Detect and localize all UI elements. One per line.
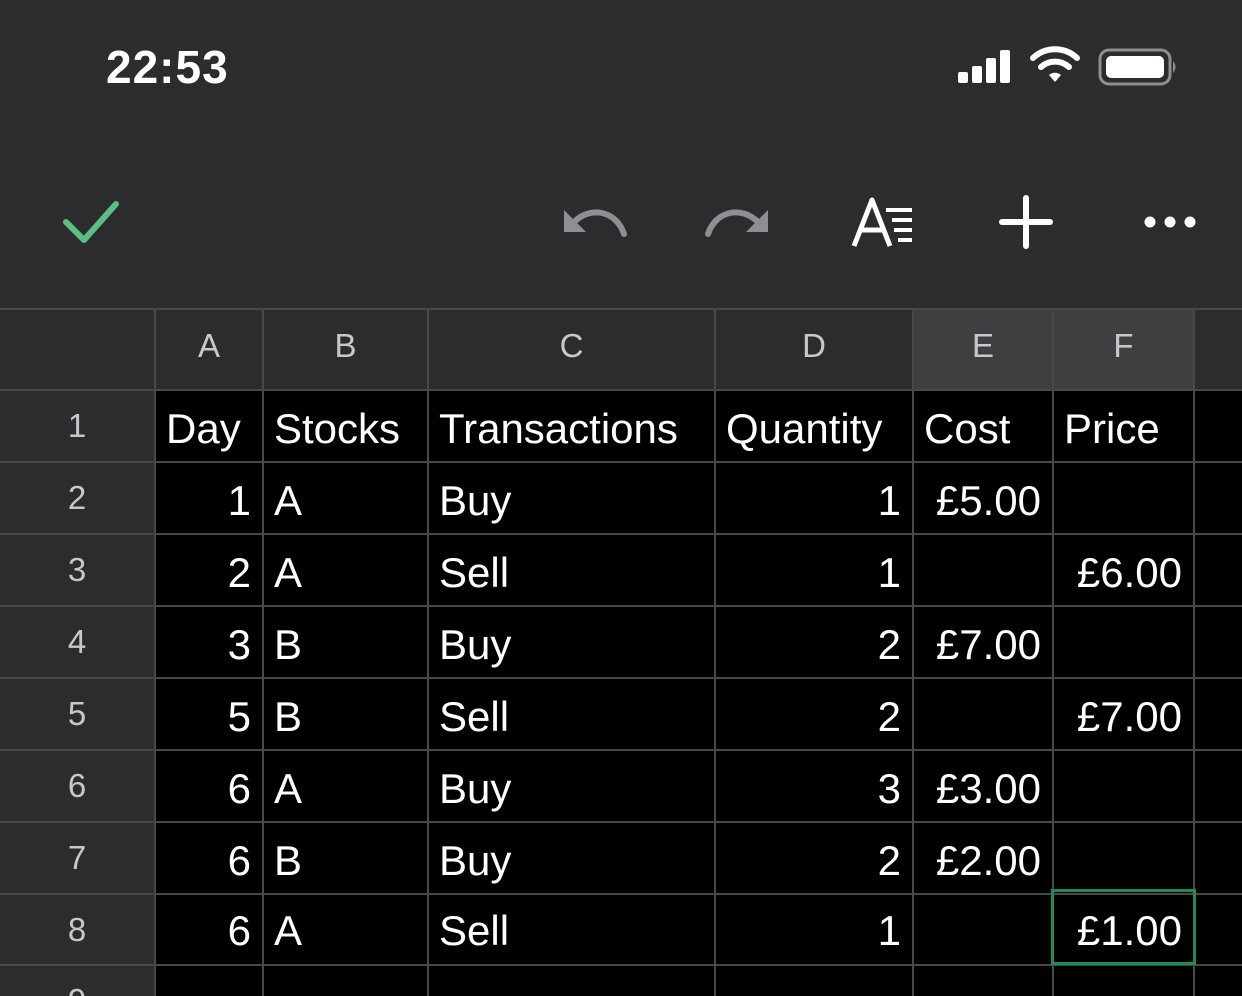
cell-d6[interactable]: 3 xyxy=(715,753,913,825)
cell-e6[interactable]: £3.00 xyxy=(913,753,1053,825)
cell-a2[interactable]: 1 xyxy=(155,465,263,537)
column-header-d[interactable]: D xyxy=(715,308,913,390)
cell-f4[interactable] xyxy=(1053,609,1194,681)
add-button[interactable] xyxy=(998,194,1054,250)
row-header-1[interactable]: 1 xyxy=(0,390,154,462)
cell-d4[interactable]: 2 xyxy=(715,609,913,681)
cell-a5[interactable]: 5 xyxy=(155,681,263,753)
cell-e4[interactable]: £7.00 xyxy=(913,609,1053,681)
column-header-a[interactable]: A xyxy=(155,308,263,390)
row-header-6[interactable]: 6 xyxy=(0,750,154,822)
battery-icon xyxy=(1098,48,1180,91)
cell-b3[interactable]: A xyxy=(263,537,428,609)
cell-a7[interactable]: 6 xyxy=(155,825,263,897)
cell-c3[interactable]: Sell xyxy=(428,537,715,609)
cell-d5[interactable]: 2 xyxy=(715,681,913,753)
header-cell-cost[interactable]: Cost xyxy=(913,393,1053,465)
cell-a6[interactable]: 6 xyxy=(155,753,263,825)
done-button[interactable] xyxy=(58,196,124,248)
cell-d3[interactable]: 1 xyxy=(715,537,913,609)
status-bar: 22:53 xyxy=(0,0,1242,130)
row-header-4[interactable]: 4 xyxy=(0,606,154,678)
cell-b2[interactable]: A xyxy=(263,465,428,537)
row-header-3[interactable]: 3 xyxy=(0,534,154,606)
cell-d8[interactable]: 1 xyxy=(715,895,913,967)
row-header-8[interactable]: 8 xyxy=(0,894,154,966)
redo-button[interactable] xyxy=(702,200,772,240)
cellular-signal-icon xyxy=(956,48,1014,89)
cell-e2[interactable]: £5.00 xyxy=(913,465,1053,537)
cell-e3[interactable] xyxy=(913,537,1053,609)
column-header-b[interactable]: B xyxy=(263,308,428,390)
spreadsheet-grid[interactable]: A B C D E F 1 2 3 4 5 6 7 8 9 Day Stocks… xyxy=(0,308,1242,996)
cell-e7[interactable]: £2.00 xyxy=(913,825,1053,897)
header-cell-stocks[interactable]: Stocks xyxy=(263,393,428,465)
cell-f2[interactable] xyxy=(1053,465,1194,537)
row-header-5[interactable]: 5 xyxy=(0,678,154,750)
cell-c5[interactable]: Sell xyxy=(428,681,715,753)
header-cell-day[interactable]: Day xyxy=(155,393,263,465)
status-time: 22:53 xyxy=(106,41,229,93)
cell-d7[interactable]: 2 xyxy=(715,825,913,897)
cell-b8[interactable]: A xyxy=(263,895,428,967)
cell-b4[interactable]: B xyxy=(263,609,428,681)
cell-b6[interactable]: A xyxy=(263,753,428,825)
column-header-e[interactable]: E xyxy=(913,308,1053,390)
cell-e8[interactable] xyxy=(913,895,1053,967)
cell-c7[interactable]: Buy xyxy=(428,825,715,897)
cell-f3[interactable]: £6.00 xyxy=(1053,537,1194,609)
text-format-button[interactable] xyxy=(850,196,916,248)
undo-icon xyxy=(564,209,627,237)
editor-toolbar xyxy=(0,130,1242,308)
cell-e5[interactable] xyxy=(913,681,1053,753)
cell-f8[interactable]: £1.00 xyxy=(1053,895,1194,967)
cell-c8[interactable]: Sell xyxy=(428,895,715,967)
column-header-c[interactable]: C xyxy=(428,308,715,390)
column-header-f[interactable]: F xyxy=(1053,308,1194,390)
row-header-9[interactable]: 9 xyxy=(0,965,154,996)
cell-c6[interactable]: Buy xyxy=(428,753,715,825)
cell-f7[interactable] xyxy=(1053,825,1194,897)
text-format-icon xyxy=(851,197,912,247)
cell-f5[interactable]: £7.00 xyxy=(1053,681,1194,753)
redo-icon xyxy=(705,209,768,237)
undo-button[interactable] xyxy=(560,200,630,240)
row-header-2[interactable]: 2 xyxy=(0,462,154,534)
plus-icon xyxy=(999,195,1053,249)
more-options-button[interactable] xyxy=(1140,210,1200,234)
cell-c2[interactable]: Buy xyxy=(428,465,715,537)
cell-a3[interactable]: 2 xyxy=(155,537,263,609)
cell-b7[interactable]: B xyxy=(263,825,428,897)
check-icon xyxy=(63,201,119,243)
cell-a4[interactable]: 3 xyxy=(155,609,263,681)
cell-d2[interactable]: 1 xyxy=(715,465,913,537)
header-cell-transactions[interactable]: Transactions xyxy=(428,393,715,465)
header-cell-quantity[interactable]: Quantity xyxy=(715,393,913,465)
cell-c4[interactable]: Buy xyxy=(428,609,715,681)
cell-b5[interactable]: B xyxy=(263,681,428,753)
wifi-icon xyxy=(1030,45,1080,90)
header-cell-price[interactable]: Price xyxy=(1053,393,1194,465)
row-header-7[interactable]: 7 xyxy=(0,822,154,894)
cell-f6[interactable] xyxy=(1053,753,1194,825)
cell-a8[interactable]: 6 xyxy=(155,895,263,967)
more-icon xyxy=(1144,216,1196,228)
